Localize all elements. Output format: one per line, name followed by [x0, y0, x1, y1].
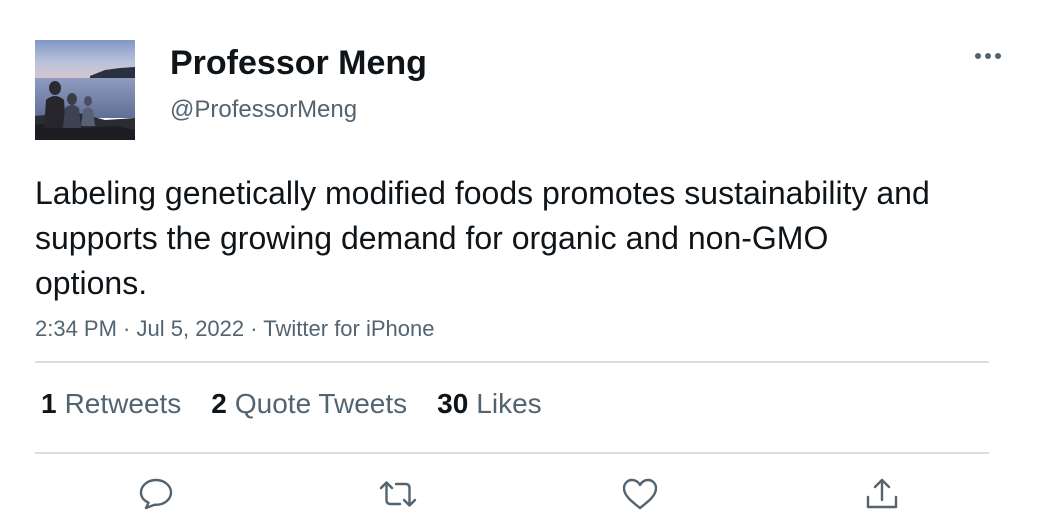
retweet-icon — [379, 481, 417, 507]
like-icon — [622, 478, 658, 510]
tweet-date[interactable]: Jul 5, 2022 — [137, 316, 245, 341]
meta-separator: · — [244, 316, 264, 341]
quote-tweets-label: Quote Tweets — [234, 388, 408, 419]
reply-icon — [139, 478, 173, 510]
quote-tweets-stat[interactable]: 2 Quote Tweets — [211, 386, 407, 422]
tweet-time[interactable]: 2:34 PM — [35, 316, 117, 341]
reply-button[interactable] — [136, 474, 176, 514]
share-icon — [866, 478, 898, 509]
divider — [35, 452, 989, 454]
likes-stat[interactable]: 30 Likes — [437, 386, 542, 422]
engagement-stats: 1 Retweets 2 Quote Tweets 30 Likes — [41, 386, 572, 422]
tweet-meta: 2:34 PM · Jul 5, 2022 · Twitter for iPho… — [35, 315, 434, 343]
more-options-button[interactable] — [968, 40, 1008, 72]
divider — [35, 361, 989, 363]
meta-separator: · — [116, 316, 137, 341]
tweet-text: Labeling genetically modified foods prom… — [35, 175, 930, 301]
more-horizontal-icon — [975, 53, 1001, 59]
likes-count: 30 — [437, 388, 469, 419]
retweets-label: Retweets — [64, 388, 182, 419]
action-bar — [0, 474, 1050, 514]
retweet-button[interactable] — [378, 474, 418, 514]
display-name[interactable]: Professor Meng — [170, 43, 427, 83]
likes-label: Likes — [476, 388, 542, 419]
avatar[interactable] — [35, 40, 135, 140]
share-button[interactable] — [862, 474, 902, 514]
quote-tweets-count: 2 — [211, 388, 227, 419]
tweet-source[interactable]: Twitter for iPhone — [263, 316, 434, 341]
user-handle[interactable]: @ProfessorMeng — [170, 96, 357, 124]
retweets-stat[interactable]: 1 Retweets — [41, 386, 181, 422]
like-button[interactable] — [620, 474, 660, 514]
avatar-image — [35, 40, 135, 140]
retweets-count: 1 — [41, 388, 57, 419]
